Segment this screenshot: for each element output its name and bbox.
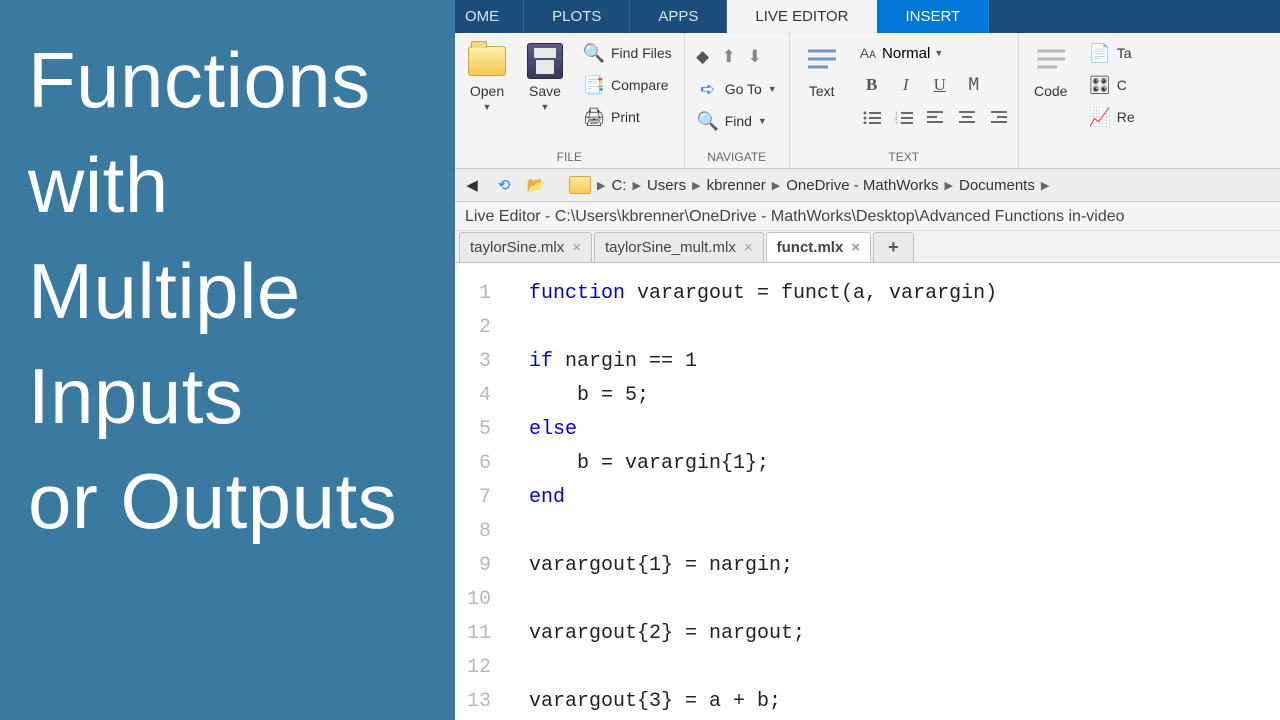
italic-button[interactable]: I bbox=[894, 73, 918, 97]
tab-insert[interactable]: INSERT bbox=[877, 0, 989, 33]
back-button[interactable]: ◀ bbox=[459, 172, 485, 198]
tab-home[interactable]: OME bbox=[455, 0, 524, 33]
line-number-gutter: 12345678910111213 bbox=[455, 263, 501, 720]
underline-button[interactable]: U bbox=[928, 73, 952, 97]
save-icon bbox=[525, 41, 565, 81]
compare-icon: 📑 bbox=[583, 74, 605, 96]
chevron-right-icon: ▶ bbox=[692, 179, 700, 192]
close-icon[interactable]: × bbox=[744, 239, 753, 256]
group-label-text: TEXT bbox=[796, 147, 1012, 168]
bullet-list-button[interactable] bbox=[860, 105, 884, 129]
nav-up-button[interactable]: ⬆ bbox=[717, 45, 741, 69]
chevron-right-icon: ▶ bbox=[1041, 179, 1049, 192]
magnifier-icon: 🔍 bbox=[697, 110, 719, 132]
code-mode-button[interactable]: Code bbox=[1025, 37, 1077, 103]
title-line-4: Inputs bbox=[28, 344, 427, 449]
chevron-down-icon: ▼ bbox=[758, 116, 767, 126]
new-tab-button[interactable]: + bbox=[873, 232, 914, 262]
open-button[interactable]: Open ▼ bbox=[461, 37, 513, 116]
title-line-3: Multiple bbox=[28, 239, 427, 344]
close-icon[interactable]: × bbox=[851, 239, 860, 256]
chevron-down-icon: ▼ bbox=[768, 84, 777, 94]
bold-button[interactable]: B bbox=[860, 73, 884, 97]
control-button[interactable]: 🎛C bbox=[1083, 69, 1141, 101]
folder-open-icon bbox=[467, 41, 507, 81]
close-icon[interactable]: × bbox=[572, 239, 581, 256]
tab-apps[interactable]: APPS bbox=[630, 0, 727, 33]
breadcrumb-seg[interactable]: Users bbox=[647, 177, 686, 194]
chevron-down-icon: ▼ bbox=[934, 48, 943, 58]
tab-plots[interactable]: PLOTS bbox=[524, 0, 630, 33]
breadcrumb-drive[interactable]: C: bbox=[611, 177, 626, 194]
code-lines-icon bbox=[1031, 41, 1071, 81]
main-tabstrip: OME PLOTS APPS LIVE EDITOR INSERT bbox=[455, 0, 1280, 33]
goto-button[interactable]: ➪Go To▼ bbox=[691, 73, 783, 105]
align-left-button[interactable] bbox=[924, 105, 948, 129]
chevron-down-icon: ▼ bbox=[541, 102, 550, 112]
file-tab[interactable]: taylorSine_mult.mlx× bbox=[594, 232, 764, 262]
breadcrumb-seg[interactable]: Documents bbox=[959, 177, 1035, 194]
align-right-button[interactable] bbox=[988, 105, 1012, 129]
folder-icon bbox=[569, 176, 591, 194]
title-overlay: Functions with Multiple Inputs or Output… bbox=[0, 0, 455, 720]
control-icon: 🎛 bbox=[1089, 74, 1111, 96]
find-button[interactable]: 🔍Find▼ bbox=[691, 105, 783, 137]
find-files-button[interactable]: 🔍Find Files bbox=[577, 37, 678, 69]
refactor-button[interactable]: 📈Re bbox=[1083, 101, 1141, 133]
title-line-5: or Outputs bbox=[28, 449, 427, 554]
title-line-1: Functions bbox=[28, 28, 427, 133]
ribbon-group-file: Open ▼ Save ▼ 🔍Find Files 📑Compare 🖨Prin… bbox=[455, 33, 685, 168]
nav-down-button[interactable]: ⬇ bbox=[743, 45, 767, 69]
title-line-2: with bbox=[28, 133, 427, 238]
chevron-right-icon: ▶ bbox=[597, 179, 605, 192]
group-label-file: FILE bbox=[461, 147, 678, 168]
path-breadcrumb: ◀ ⟲ 📂 ▶ C: ▶ Users ▶ kbrenner ▶ OneDrive… bbox=[455, 169, 1280, 202]
editor-file-path: Live Editor - C:\Users\kbrenner\OneDrive… bbox=[455, 202, 1280, 231]
print-icon: 🖨 bbox=[583, 106, 605, 128]
compare-button[interactable]: 📑Compare bbox=[577, 69, 678, 101]
ribbon-group-text: Text Aᴀ Normal ▼ B I U M bbox=[790, 33, 1019, 168]
save-button[interactable]: Save ▼ bbox=[519, 37, 571, 116]
group-label-navigate: NAVIGATE bbox=[691, 147, 783, 168]
chevron-down-icon: ▼ bbox=[483, 102, 492, 112]
print-button[interactable]: 🖨Print bbox=[577, 101, 678, 133]
file-tab-active[interactable]: funct.mlx× bbox=[766, 232, 871, 262]
monospace-button[interactable]: M bbox=[962, 73, 986, 97]
align-center-button[interactable] bbox=[956, 105, 980, 129]
numbered-list-button[interactable]: 123 bbox=[892, 105, 916, 129]
ribbon-group-code: Code 📄Ta 🎛C 📈Re bbox=[1019, 33, 1147, 168]
breadcrumb-seg[interactable]: kbrenner bbox=[707, 177, 766, 194]
goto-icon: ➪ bbox=[697, 78, 719, 100]
style-indicator-icon: Aᴀ bbox=[860, 45, 878, 61]
task-icon: 📄 bbox=[1089, 42, 1111, 64]
file-tabstrip: taylorSine.mlx× taylorSine_mult.mlx× fun… bbox=[455, 231, 1280, 263]
nav-prev-button[interactable]: ◆ bbox=[691, 45, 715, 69]
file-tab[interactable]: taylorSine.mlx× bbox=[459, 232, 592, 262]
task-button[interactable]: 📄Ta bbox=[1083, 37, 1141, 69]
up-button[interactable]: ⟲ bbox=[491, 172, 517, 198]
tab-live-editor[interactable]: LIVE EDITOR bbox=[727, 0, 877, 33]
code-editor[interactable]: 12345678910111213 function varargout = f… bbox=[455, 263, 1280, 720]
svg-text:3: 3 bbox=[895, 122, 898, 124]
breadcrumb-seg[interactable]: OneDrive - MathWorks bbox=[786, 177, 938, 194]
history-button[interactable]: 📂 bbox=[523, 172, 549, 198]
matlab-app: OME PLOTS APPS LIVE EDITOR INSERT Open ▼… bbox=[455, 0, 1280, 720]
text-lines-icon bbox=[802, 41, 842, 81]
chevron-right-icon: ▶ bbox=[772, 179, 780, 192]
ribbon-group-navigate: ◆ ⬆ ⬇ ➪Go To▼ 🔍Find▼ NAVIGATE bbox=[685, 33, 790, 168]
text-mode-button[interactable]: Text bbox=[796, 37, 848, 103]
chevron-right-icon: ▶ bbox=[945, 179, 953, 192]
find-files-icon: 🔍 bbox=[583, 42, 605, 64]
paragraph-style-dropdown[interactable]: Normal bbox=[882, 45, 930, 62]
chevron-right-icon: ▶ bbox=[632, 179, 640, 192]
code-content[interactable]: function varargout = funct(a, varargin) … bbox=[501, 263, 997, 720]
ribbon-toolbar: Open ▼ Save ▼ 🔍Find Files 📑Compare 🖨Prin… bbox=[455, 33, 1280, 169]
refactor-icon: 📈 bbox=[1089, 106, 1111, 128]
